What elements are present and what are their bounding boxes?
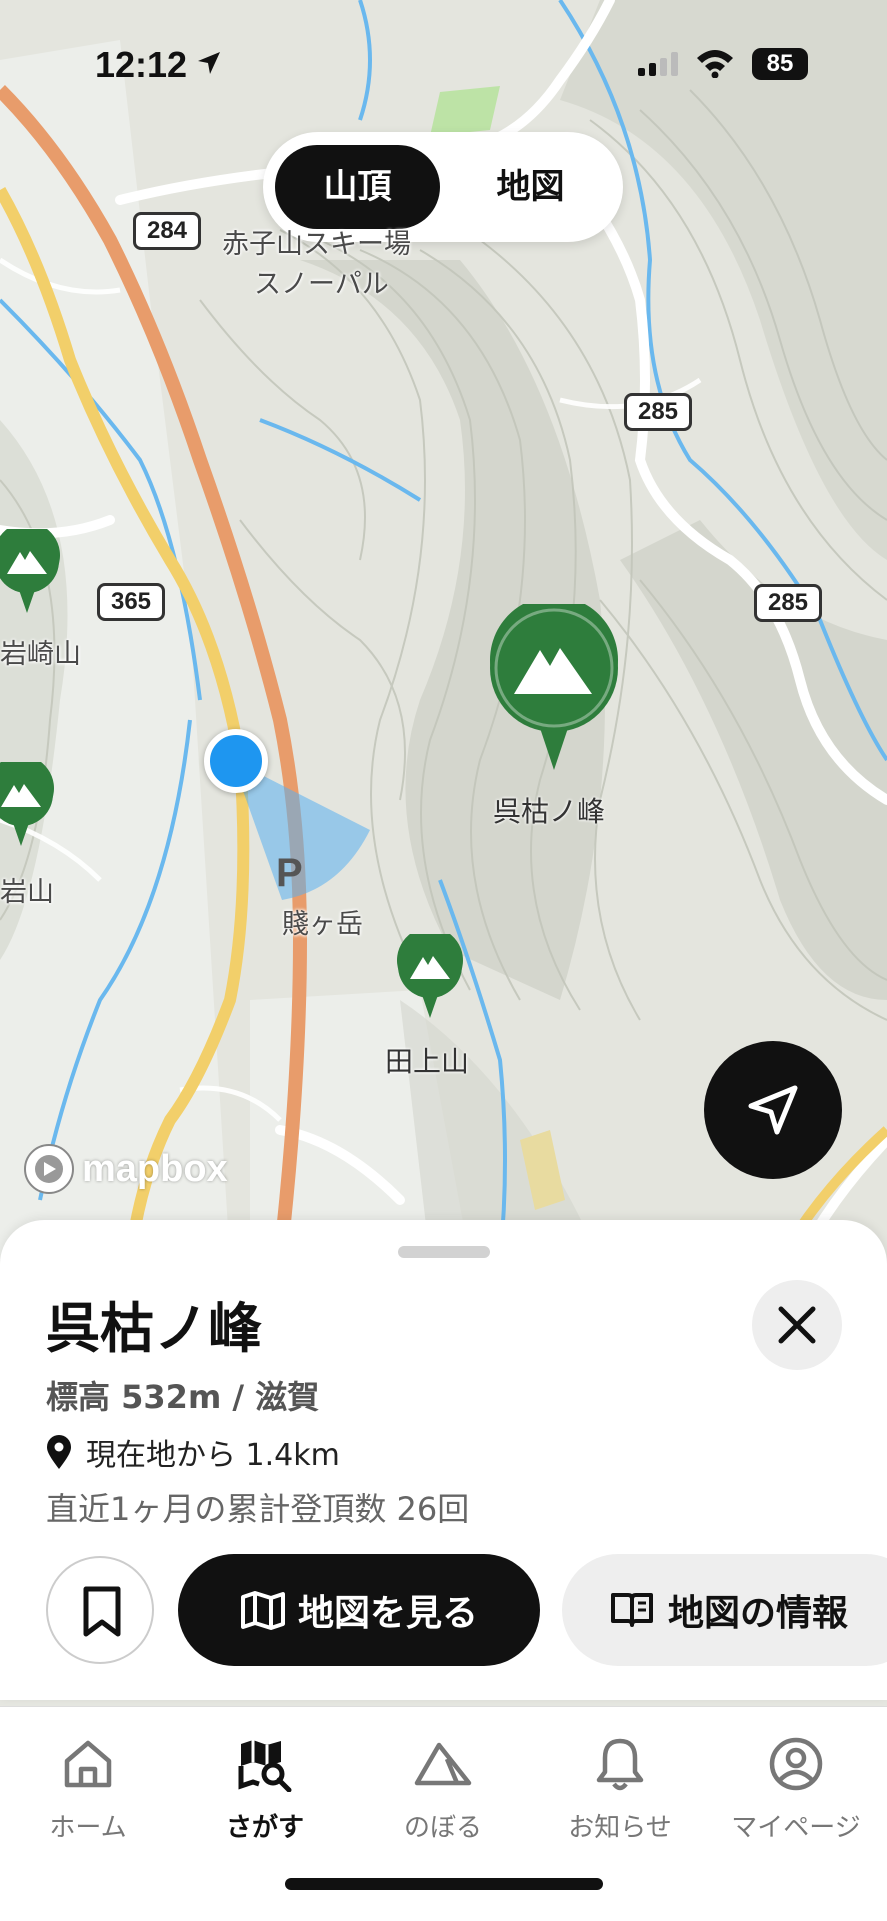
cellular-signal-icon <box>638 52 678 76</box>
distance-text: 現在地から 1.4km <box>86 1438 340 1473</box>
tab-search[interactable]: さがす <box>185 1733 345 1844</box>
route-shield: 284 <box>133 212 201 250</box>
route-shield: 285 <box>624 393 692 431</box>
battery-indicator: 85 <box>752 48 808 80</box>
tab-label: のぼる <box>403 1813 482 1843</box>
book-icon <box>611 1593 653 1627</box>
tab-label: さがす <box>225 1813 304 1843</box>
mapbox-attribution[interactable]: mapbox <box>22 1142 228 1196</box>
map-label: スノーパル <box>254 269 389 300</box>
peak-label: 呉枯ノ峰 <box>493 795 606 828</box>
mapbox-logo-icon <box>24 1144 74 1194</box>
current-location-dot <box>204 729 268 793</box>
home-indicator <box>285 1878 603 1890</box>
route-shield: 285 <box>754 584 822 622</box>
sheet-handle[interactable] <box>398 1246 490 1258</box>
peak-pin[interactable] <box>0 762 54 846</box>
tab-notifications[interactable]: お知らせ <box>540 1733 700 1844</box>
tab-climb[interactable]: のぼる <box>363 1733 523 1844</box>
peak-distance: 現在地から 1.4km <box>46 1430 340 1474</box>
tab-label: ホーム <box>49 1813 127 1843</box>
peak-pin[interactable] <box>397 934 463 1018</box>
map-label: 赤子山スキー場 <box>222 229 411 260</box>
toggle-summit[interactable]: 山頂 <box>275 145 440 229</box>
peak-title: 呉枯ノ峰 <box>46 1297 262 1360</box>
map-icon <box>240 1591 285 1630</box>
route-shield: 365 <box>97 583 165 621</box>
toggle-map[interactable]: 地図 <box>448 145 613 229</box>
tab-mypage[interactable]: マイページ <box>716 1733 876 1844</box>
map-info-label: 地図の情報 <box>668 1593 849 1634</box>
peak-pin[interactable] <box>0 529 60 613</box>
home-icon <box>64 1740 112 1788</box>
bookmark-button[interactable] <box>46 1556 154 1664</box>
summit-count: 直近1ヶ月の累計登頂数 26回 <box>46 1490 470 1528</box>
navigate-button[interactable] <box>704 1041 842 1179</box>
navigation-arrow-icon <box>748 1085 798 1135</box>
bookmark-icon <box>83 1586 121 1637</box>
user-icon <box>769 1737 823 1791</box>
peak-label: 田上山 <box>385 1045 470 1078</box>
map-label: 賤ヶ岳 <box>282 909 363 940</box>
location-arrow-icon <box>198 52 220 74</box>
view-map-label: 地図を見る <box>297 1593 478 1634</box>
close-button[interactable] <box>752 1280 842 1370</box>
wifi-icon <box>697 50 733 78</box>
peak-pin-selected[interactable] <box>488 604 620 770</box>
map-label: 岩崎山 <box>0 639 81 670</box>
mapbox-wordmark: mapbox <box>82 1147 228 1190</box>
peak-detail-sheet: 呉枯ノ峰 標高 532m / 滋賀 現在地から 1.4km 直近1ヶ月の累計登頂… <box>0 1220 887 1700</box>
tab-home[interactable]: ホーム <box>8 1733 168 1844</box>
search-map-icon <box>238 1740 292 1792</box>
view-map-button[interactable]: 地図を見る <box>178 1554 540 1666</box>
tab-label: お知らせ <box>568 1813 672 1843</box>
location-pin-icon <box>47 1435 71 1469</box>
status-time: 12:12 <box>95 44 188 85</box>
map-info-button[interactable]: 地図の情報 <box>562 1554 887 1666</box>
map-view[interactable]: 12:12 85 山頂 地図 284 285 365 285 赤子山スキー場 ス… <box>0 0 887 1260</box>
peak-elevation: 標高 532m / 滋賀 <box>46 1378 320 1416</box>
status-bar: 12:12 85 <box>0 40 887 90</box>
tab-label: マイページ <box>731 1813 861 1843</box>
mountain-icon <box>414 1742 472 1786</box>
map-label: 岩山 <box>0 877 54 908</box>
parking-marker: P <box>276 851 303 895</box>
close-icon <box>778 1306 816 1344</box>
bell-icon <box>596 1738 644 1791</box>
